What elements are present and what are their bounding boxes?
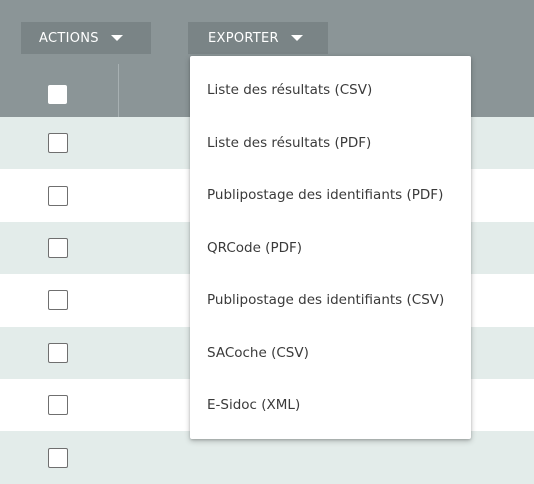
actions-dropdown-button[interactable]: ACTIONS bbox=[21, 22, 151, 54]
export-dropdown-menu: Liste des résultats (CSV) Liste des résu… bbox=[190, 56, 471, 439]
actions-button-label: ACTIONS bbox=[39, 30, 99, 46]
menu-item-results-csv[interactable]: Liste des résultats (CSV) bbox=[190, 64, 471, 116]
row-checkbox[interactable] bbox=[48, 185, 68, 206]
toolbar: ACTIONS EXPORTER bbox=[0, 0, 534, 64]
select-all-checkbox[interactable] bbox=[48, 85, 67, 104]
table-row bbox=[0, 431, 534, 484]
menu-item-results-pdf[interactable]: Liste des résultats (PDF) bbox=[190, 117, 471, 169]
column-separator bbox=[118, 64, 119, 117]
row-checkbox[interactable] bbox=[48, 342, 68, 363]
menu-item-mailing-ids-pdf[interactable]: Publipostage des identifiants (PDF) bbox=[190, 169, 471, 221]
export-dropdown-button[interactable]: EXPORTER bbox=[188, 22, 328, 54]
row-checkbox[interactable] bbox=[48, 447, 68, 468]
row-checkbox[interactable] bbox=[48, 395, 68, 416]
row-checkbox[interactable] bbox=[48, 290, 68, 311]
menu-item-qrcode-pdf[interactable]: QRCode (PDF) bbox=[190, 222, 471, 274]
row-checkbox[interactable] bbox=[48, 133, 68, 154]
row-checkbox[interactable] bbox=[48, 237, 68, 258]
menu-item-sacoche-csv[interactable]: SACoche (CSV) bbox=[190, 327, 471, 379]
menu-item-esidoc-xml[interactable]: E-Sidoc (XML) bbox=[190, 379, 471, 431]
menu-item-mailing-ids-csv[interactable]: Publipostage des identifiants (CSV) bbox=[190, 274, 471, 326]
caret-down-icon bbox=[290, 35, 303, 41]
export-button-label: EXPORTER bbox=[208, 30, 279, 46]
caret-down-icon bbox=[110, 35, 123, 41]
